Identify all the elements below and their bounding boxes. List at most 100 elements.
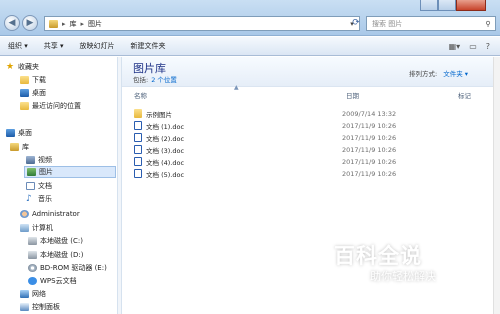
folder-icon bbox=[134, 109, 142, 118]
column-header-date[interactable]: 日期 bbox=[346, 90, 359, 102]
sidebar-item-label: 文档 bbox=[38, 182, 52, 190]
new-folder-button[interactable]: 新建文件夹 bbox=[123, 37, 174, 56]
sidebar-item-desktop[interactable]: 桌面 bbox=[6, 127, 32, 139]
sidebar-item-label: WPS云文档 bbox=[40, 277, 77, 285]
file-name: 文档 (2).doc bbox=[146, 134, 185, 143]
organize-button[interactable]: 组织 ▾ bbox=[0, 37, 36, 56]
library-includes: 包括: 2 个位置 bbox=[133, 74, 177, 84]
file-name: 文档 (3).doc bbox=[146, 146, 185, 155]
arrange-label: 排列方式: bbox=[409, 70, 438, 78]
breadcrumb-libraries[interactable]: 库 bbox=[70, 19, 77, 29]
download-folder-icon bbox=[20, 76, 29, 84]
view-options-icon[interactable]: ▦▾ bbox=[449, 42, 461, 51]
sidebar-item-label: 计算机 bbox=[32, 224, 53, 232]
sidebar-item-videos[interactable]: 视频 bbox=[26, 154, 52, 166]
arrange-by: 排列方式: 文件夹 ▾ bbox=[409, 68, 468, 78]
sidebar-item-network[interactable]: 网络 bbox=[20, 288, 46, 300]
sort-ascending-icon: ▲ bbox=[234, 84, 239, 91]
computer-icon bbox=[20, 224, 29, 232]
list-item[interactable]: 文档 (5).doc 2017/11/9 10:26 bbox=[134, 168, 484, 179]
word-document-icon bbox=[134, 157, 142, 166]
breadcrumb-pictures[interactable]: 图片 bbox=[88, 19, 102, 29]
help-icon[interactable]: ? bbox=[486, 42, 490, 51]
list-item[interactable]: 示例图片 2009/7/14 13:32 bbox=[134, 108, 484, 119]
preview-pane-icon[interactable]: ▭ bbox=[469, 42, 477, 51]
file-name: 示例图片 bbox=[146, 110, 172, 119]
sidebar-item-libraries[interactable]: 库 bbox=[10, 141, 29, 153]
includes-locations-link[interactable]: 2 个位置 bbox=[151, 76, 177, 84]
close-button[interactable] bbox=[456, 0, 486, 11]
word-document-icon bbox=[134, 121, 142, 130]
library-icon bbox=[10, 143, 19, 151]
list-item[interactable]: 文档 (2).doc 2017/11/9 10:26 bbox=[134, 132, 484, 143]
file-name: 文档 (1).doc bbox=[146, 122, 185, 131]
sidebar-item-downloads[interactable]: 下载 bbox=[20, 74, 46, 86]
list-item[interactable]: 文档 (3).doc 2017/11/9 10:26 bbox=[134, 144, 484, 155]
search-icon[interactable]: ⚲ bbox=[481, 20, 495, 28]
list-item[interactable]: 文档 (1).doc 2017/11/9 10:26 bbox=[134, 120, 484, 131]
includes-label: 包括: bbox=[133, 76, 149, 84]
sidebar-item-label: 库 bbox=[22, 143, 29, 151]
sidebar-item-administrator[interactable]: Administrator bbox=[20, 208, 80, 220]
control-panel-icon bbox=[20, 303, 29, 311]
arrange-dropdown[interactable]: 文件夹 ▾ bbox=[443, 70, 468, 78]
cloud-icon bbox=[28, 277, 37, 285]
share-button[interactable]: 共享 ▾ bbox=[36, 37, 72, 56]
file-date: 2017/11/9 10:26 bbox=[342, 169, 397, 178]
list-item[interactable]: 文档 (4).doc 2017/11/9 10:26 bbox=[134, 156, 484, 167]
sidebar-item-label: 本地磁盘 (D:) bbox=[40, 251, 84, 259]
network-icon bbox=[20, 290, 29, 298]
minimize-button[interactable] bbox=[420, 0, 438, 11]
sidebar-item-label: 网络 bbox=[32, 290, 46, 298]
document-library-icon bbox=[26, 182, 35, 190]
file-name: 文档 (4).doc bbox=[146, 158, 185, 167]
slideshow-button[interactable]: 放映幻灯片 bbox=[72, 37, 123, 56]
sidebar-item-wps[interactable]: WPS云文档 bbox=[28, 275, 77, 287]
file-date: 2009/7/14 13:32 bbox=[342, 109, 397, 118]
refresh-icon[interactable]: ⟳ bbox=[350, 16, 362, 31]
sidebar-item-music[interactable]: ♪ 音乐 bbox=[26, 193, 52, 205]
sidebar-item-label: 收藏夹 bbox=[18, 63, 39, 71]
sidebar-item-label: 控制面板 bbox=[32, 303, 60, 311]
sidebar-item-drive-e[interactable]: BD-ROM 驱动器 (E:) bbox=[28, 262, 107, 274]
desktop-icon bbox=[20, 89, 29, 97]
word-document-icon bbox=[134, 169, 142, 178]
sidebar-item-label: 桌面 bbox=[18, 129, 32, 137]
sidebar-item-documents[interactable]: 文档 bbox=[26, 180, 52, 192]
sidebar-item-label: 本地磁盘 (C:) bbox=[40, 237, 83, 245]
hard-drive-icon bbox=[28, 251, 37, 259]
watermark-subtitle: 助你轻松解决 bbox=[370, 270, 436, 283]
column-header-tags[interactable]: 标记 bbox=[458, 90, 471, 102]
disc-drive-icon bbox=[28, 264, 37, 272]
sidebar-item-control-panel[interactable]: 控制面板 bbox=[20, 301, 60, 313]
sidebar-item-pictures[interactable]: 图片 bbox=[24, 166, 116, 178]
sidebar-item-drive-d[interactable]: 本地磁盘 (D:) bbox=[28, 249, 83, 261]
forward-button[interactable]: ▶ bbox=[22, 15, 38, 31]
library-icon bbox=[49, 19, 58, 28]
sidebar-item-desktop-favorite[interactable]: 桌面 bbox=[20, 87, 46, 99]
sidebar-item-label: 视频 bbox=[38, 156, 52, 164]
sidebar-item-recent[interactable]: 最近访问的位置 bbox=[20, 100, 81, 112]
sidebar-item-favorites[interactable]: ★ 收藏夹 bbox=[6, 61, 39, 73]
pane-splitter[interactable] bbox=[118, 57, 122, 314]
search-input[interactable]: 搜索 图片 ⚲ bbox=[366, 16, 496, 31]
column-header-name[interactable]: 名称 bbox=[134, 90, 147, 102]
title-bar: ◀ ▶ ▸ 库 ▸ 图片 ▾ ⟳ 搜索 图片 ⚲ bbox=[0, 0, 500, 36]
word-document-icon bbox=[134, 133, 142, 142]
watermark-title: 百科全说 bbox=[334, 244, 422, 268]
chevron-right-icon: ▸ bbox=[62, 19, 66, 28]
sidebar-item-drive-c[interactable]: 本地磁盘 (C:) bbox=[28, 235, 83, 247]
maximize-button[interactable] bbox=[438, 0, 456, 11]
chevron-right-icon: ▸ bbox=[80, 19, 85, 28]
search-placeholder: 搜索 图片 bbox=[372, 19, 403, 28]
address-bar[interactable]: ▸ 库 ▸ 图片 ▾ bbox=[44, 16, 360, 31]
back-button[interactable]: ◀ bbox=[4, 15, 20, 31]
recent-places-icon bbox=[20, 102, 29, 110]
word-document-icon bbox=[134, 145, 142, 154]
hard-drive-icon bbox=[28, 237, 37, 245]
vertical-scrollbar[interactable] bbox=[493, 57, 500, 314]
sidebar-item-label: 音乐 bbox=[38, 195, 52, 203]
video-library-icon bbox=[26, 156, 35, 164]
desktop-icon bbox=[6, 129, 15, 137]
sidebar-item-computer[interactable]: 计算机 bbox=[20, 222, 53, 234]
